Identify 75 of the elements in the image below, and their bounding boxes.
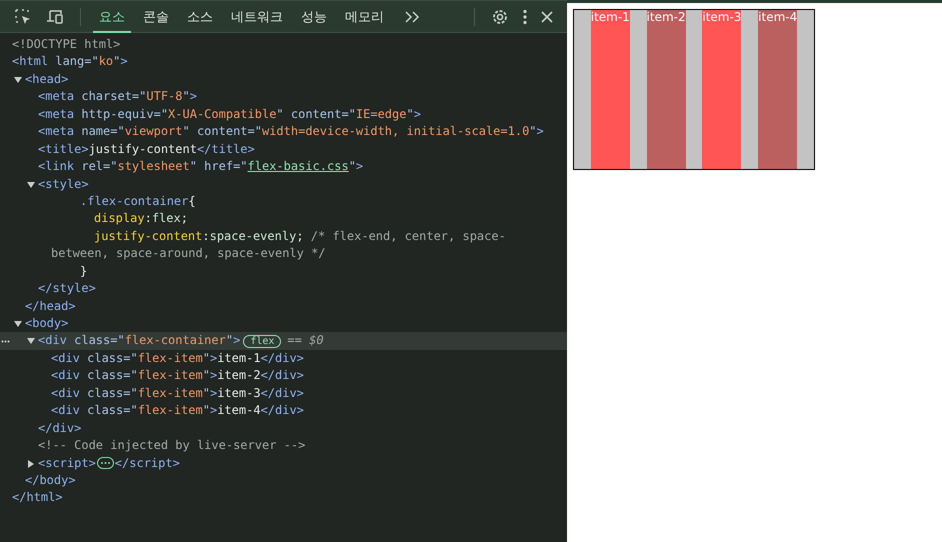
ellipsis-pill-icon[interactable] — [96, 457, 114, 470]
code-line: </style> — [38, 280, 96, 298]
flex-item: item-1 — [590, 10, 630, 169]
dom-tree-row[interactable]: <div class="flex-item">item-1</div> — [0, 350, 567, 368]
dom-tree-row[interactable]: display:flex; — [0, 210, 567, 228]
code-line: <div class="flex-item">item-4</div> — [51, 402, 304, 420]
code-line: <title>justify-content</title> — [38, 140, 255, 158]
dom-tree-row[interactable]: justify-content:space-evenly; /* flex-end, center, space- — [0, 228, 567, 246]
dom-tree-row[interactable]: </html> — [0, 489, 567, 507]
close-icon[interactable] — [540, 10, 554, 24]
code-line: <div class="flex-item">item-3</div> — [51, 384, 304, 402]
more-icon[interactable] — [522, 8, 528, 24]
panel-tab[interactable]: 메모리 — [339, 0, 390, 32]
dom-tree-row[interactable]: <div class="flex-item">item-4</div> — [0, 402, 567, 420]
flex-item: item-4 — [758, 10, 798, 169]
expanded-triangle-icon[interactable] — [27, 180, 35, 188]
code-line: </html> — [12, 489, 63, 506]
code-line: <meta http-equiv="X-UA-Compatible" content="IE=edge"> — [38, 106, 421, 123]
code-line: <!DOCTYPE html> — [12, 36, 120, 53]
dom-tree-row[interactable]: <!-- Code injected by live-server --> — [0, 437, 567, 454]
dom-tree-row[interactable]: } — [0, 262, 567, 280]
expanded-triangle-icon[interactable] — [14, 320, 22, 328]
dom-tree-row[interactable]: <div class="flex-item">item-3</div> — [0, 384, 567, 402]
dom-tree-row[interactable]: <head> — [0, 70, 567, 88]
code-line: justify-content:space-evenly; /* flex-end, center, space- — [94, 228, 506, 245]
dom-tree-row[interactable]: <meta http-equiv="X-UA-Compatible" content="IE=edge"> — [0, 106, 567, 124]
code-line: <!-- Code injected by live-server --> — [38, 437, 306, 454]
dom-tree-row[interactable]: .flex-container{ — [0, 192, 567, 210]
dom-tree-row[interactable]: </style> — [0, 280, 567, 298]
code-line: <style> — [38, 176, 89, 192]
chevrons-icon[interactable] — [404, 10, 420, 24]
code-line: </body> — [25, 472, 76, 489]
dom-tree-row[interactable]: <script> </script> — [0, 454, 567, 472]
code-line: between, space-around, space-evenly */ — [51, 245, 326, 262]
dom-tree-row[interactable]: <div class="flex-item">item-2</div> — [0, 367, 567, 385]
code-line: display:flex; — [94, 210, 188, 228]
flex-badge[interactable]: flex — [243, 334, 282, 348]
dom-tree-row[interactable]: </head> — [0, 298, 567, 315]
panel-tab[interactable]: 네트워크 — [225, 0, 289, 32]
flex-item: item-2 — [646, 10, 686, 169]
panel-tab[interactable]: 소스 — [181, 0, 219, 32]
dom-tree-row[interactable]: <html lang="ko"> — [0, 53, 567, 71]
dom-tree-row[interactable]: <title>justify-content</title> — [0, 140, 567, 158]
flex-item: item-3 — [702, 10, 742, 169]
collapsed-triangle-icon[interactable] — [27, 460, 35, 468]
dom-tree-row[interactable]: between, space-around, space-evenly */ — [0, 245, 567, 263]
dom-tree-row[interactable]: <link rel="stylesheet" href="flex-basic.css"> — [0, 158, 567, 176]
dom-tree-row[interactable]: <!DOCTYPE html> — [0, 36, 567, 54]
code-line: <div class="flex-item">item-2</div> — [51, 367, 304, 384]
code-line: </script> — [114, 454, 180, 472]
code-line: <link rel="stylesheet" href="flex-basic.css"> — [38, 158, 364, 176]
panel-tab[interactable]: 콘솔 — [137, 0, 175, 32]
node-reference: == $0 — [287, 332, 324, 350]
code-line: <div class="flex-item">item-1</div> — [51, 350, 304, 367]
expanded-triangle-icon[interactable] — [14, 76, 22, 84]
dom-tree-row[interactable]: <div class="flex-container"> flex == $0 — [0, 332, 567, 350]
code-line: <script> — [38, 454, 96, 472]
row-menu-icon[interactable] — [1, 340, 10, 344]
dom-tree-row[interactable]: <style> — [0, 176, 567, 193]
panel-tab[interactable]: 요소 — [93, 0, 131, 32]
panel-tab[interactable]: 성능 — [295, 0, 333, 32]
code-line: } — [80, 262, 88, 280]
dom-tree-row[interactable]: </body> — [0, 472, 567, 490]
code-line: </div> — [38, 420, 82, 437]
code-line: </head> — [25, 298, 76, 315]
dom-tree-row[interactable]: <body> — [0, 315, 567, 332]
code-line: <body> — [25, 315, 68, 332]
expanded-triangle-icon[interactable] — [27, 337, 35, 346]
code-line: .flex-container{ — [80, 192, 196, 210]
code-line: <html lang="ko"> — [12, 53, 128, 70]
dom-tree-row[interactable]: <meta charset="UTF-8"> — [0, 88, 567, 106]
code-line: <meta charset="UTF-8"> — [38, 88, 197, 106]
dom-tree-row[interactable]: </div> — [0, 420, 567, 438]
code-line: <div class="flex-container"> — [38, 332, 240, 350]
code-line: <head> — [25, 70, 68, 88]
